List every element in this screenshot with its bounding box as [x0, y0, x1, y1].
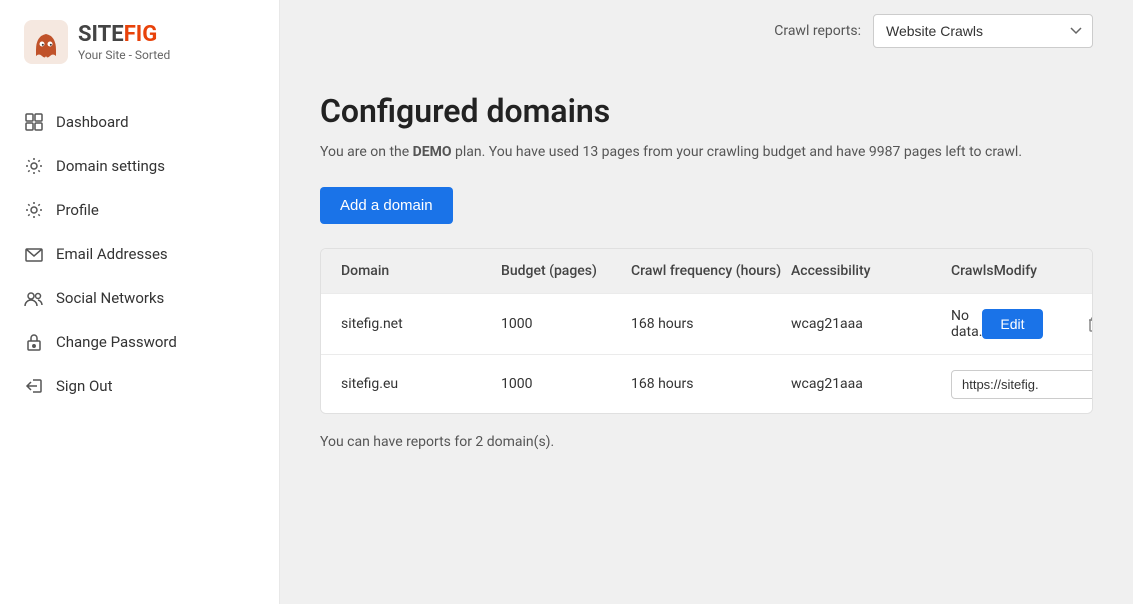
row2-accessibility: wcag21aaa — [791, 376, 951, 392]
logo-area: SITEFIG Your Site - Sorted — [0, 0, 279, 80]
main-content: Crawl reports: Website Crawls Configured… — [280, 0, 1133, 604]
row1-crawls: No data. — [951, 308, 982, 340]
logo-text: SITEFIG Your Site - Sorted — [78, 22, 170, 63]
gear-icon — [24, 156, 44, 176]
plan-info-suffix: plan. You have used 13 pages from your c… — [452, 144, 1023, 160]
page-title: Configured domains — [320, 92, 1093, 130]
row1-accessibility: wcag21aaa — [791, 316, 951, 332]
nav-menu: Dashboard Domain settings Profile Email … — [0, 100, 279, 408]
row2-crawl-frequency: 168 hours — [631, 376, 791, 392]
col-modify: Modify — [994, 263, 1093, 279]
table-header: Domain Budget (pages) Crawl frequency (h… — [321, 249, 1092, 293]
row1-delete-button[interactable] — [1082, 311, 1093, 337]
logo-title: SITEFIG — [78, 22, 170, 48]
col-crawl-frequency: Crawl frequency (hours) — [631, 263, 791, 279]
sidebar-item-label: Social Networks — [56, 289, 164, 307]
sidebar-item-label: Domain settings — [56, 157, 165, 175]
plan-info-prefix: You are on the — [320, 144, 413, 160]
top-bar: Crawl reports: Website Crawls — [280, 0, 1133, 62]
sidebar-item-dashboard[interactable]: Dashboard — [0, 100, 279, 144]
crawl-reports-select-wrapper: Website Crawls — [873, 14, 1093, 48]
col-budget: Budget (pages) — [501, 263, 631, 279]
row1-crawl-frequency: 168 hours — [631, 316, 791, 332]
col-crawls: Crawls — [951, 263, 994, 279]
sidebar-item-email-addresses[interactable]: Email Addresses — [0, 232, 279, 276]
people-icon — [24, 288, 44, 308]
lock-icon — [24, 332, 44, 352]
mail-icon — [24, 244, 44, 264]
col-domain: Domain — [341, 263, 501, 279]
logo-icon — [24, 20, 68, 64]
trash-icon — [1086, 315, 1093, 333]
gear-icon — [24, 200, 44, 220]
add-domain-button[interactable]: Add a domain — [320, 187, 453, 224]
row2-budget: 1000 — [501, 376, 631, 392]
row1-domain: sitefig.net — [341, 316, 501, 332]
row1-budget: 1000 — [501, 316, 631, 332]
grid-icon — [24, 112, 44, 132]
sidebar: SITEFIG Your Site - Sorted Dashboard Dom… — [0, 0, 280, 604]
domains-table: Domain Budget (pages) Crawl frequency (h… — [320, 248, 1093, 414]
sidebar-item-profile[interactable]: Profile — [0, 188, 279, 232]
row2-crawls-select[interactable]: https://sitefig. — [951, 370, 1093, 399]
crawl-reports-select[interactable]: Website Crawls — [873, 14, 1093, 48]
sidebar-item-change-password[interactable]: Change Password — [0, 320, 279, 364]
sidebar-item-label: Dashboard — [56, 113, 129, 131]
sidebar-item-label: Sign Out — [56, 377, 112, 395]
plan-name: DEMO — [413, 144, 452, 160]
sidebar-item-sign-out[interactable]: Sign Out — [0, 364, 279, 408]
sidebar-item-label: Email Addresses — [56, 245, 168, 263]
row2-domain: sitefig.eu — [341, 376, 501, 392]
page-body: Configured domains You are on the DEMO p… — [280, 62, 1133, 604]
row1-delete — [1082, 311, 1093, 337]
table-row: sitefig.net 1000 168 hours wcag21aaa No … — [321, 293, 1092, 354]
table-row: sitefig.eu 1000 168 hours wcag21aaa http… — [321, 354, 1092, 413]
sidebar-item-label: Profile — [56, 201, 99, 219]
signout-icon — [24, 376, 44, 396]
row1-modify: Edit — [982, 309, 1082, 339]
logo-subtitle: Your Site - Sorted — [78, 48, 170, 62]
sidebar-item-label: Change Password — [56, 333, 177, 351]
row1-edit-button[interactable]: Edit — [982, 309, 1042, 339]
footer-note: You can have reports for 2 domain(s). — [320, 434, 1093, 450]
sidebar-item-domain-settings[interactable]: Domain settings — [0, 144, 279, 188]
col-accessibility: Accessibility — [791, 263, 951, 279]
sidebar-item-social-networks[interactable]: Social Networks — [0, 276, 279, 320]
plan-info: You are on the DEMO plan. You have used … — [320, 142, 1093, 163]
crawl-reports-label: Crawl reports: — [774, 23, 861, 39]
row2-crawls: https://sitefig. — [951, 370, 1093, 399]
